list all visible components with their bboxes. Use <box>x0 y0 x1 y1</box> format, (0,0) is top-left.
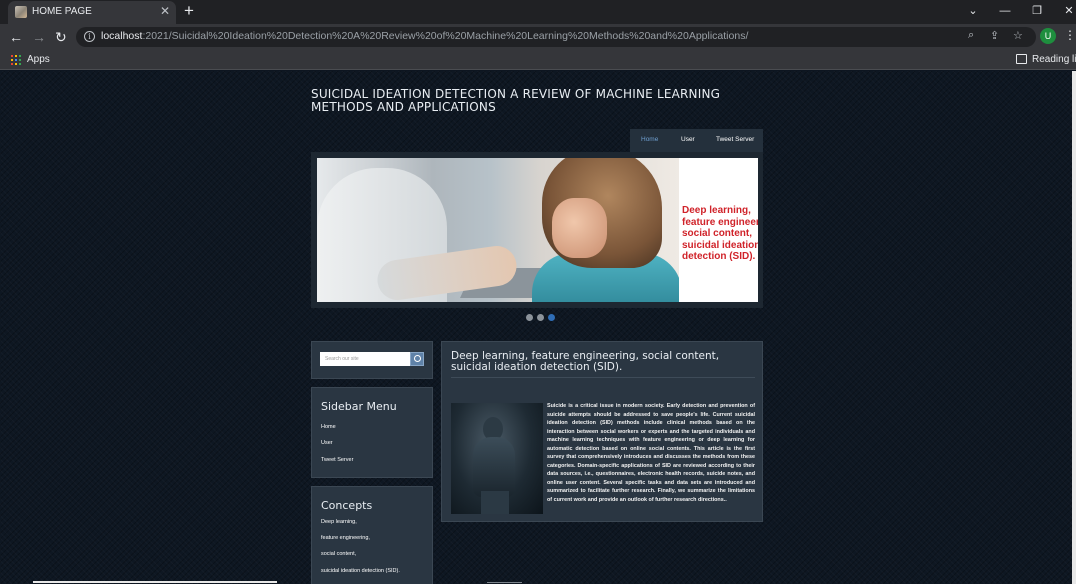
site-info-icon[interactable]: i <box>84 31 95 42</box>
bookmark-star-icon[interactable]: ☆ <box>1013 29 1023 42</box>
reading-list-button[interactable]: Reading list <box>1032 54 1076 65</box>
profile-avatar[interactable]: U <box>1040 28 1056 44</box>
divider <box>451 377 755 378</box>
web-page: SUICIDAL IDEATION DETECTION A REVIEW OF … <box>0 71 1076 584</box>
page-favicon-icon <box>15 6 27 18</box>
address-bar[interactable]: i localhost:2021/Suicidal%20Ideation%20D… <box>76 27 1036 47</box>
bookmarks-bar: Apps Reading list <box>0 50 1076 70</box>
browser-tab[interactable]: HOME PAGE ✕ <box>8 1 176 24</box>
new-tab-icon[interactable]: + <box>184 2 194 19</box>
reload-icon[interactable]: ↻ <box>55 28 67 46</box>
sidebar-item-home[interactable]: Home <box>321 424 336 430</box>
horizontal-scrollbar[interactable] <box>33 581 277 583</box>
sidebar-menu: Sidebar Menu Home User Tweet Server <box>311 387 433 478</box>
search-icon <box>414 355 421 362</box>
concepts-panel: Concepts Deep learning, feature engineer… <box>311 486 433 584</box>
slider-dot-3[interactable] <box>548 314 555 321</box>
divider <box>487 582 522 583</box>
close-window-icon[interactable]: ✕ <box>1054 2 1076 20</box>
sidebar-item-user[interactable]: User <box>321 440 333 446</box>
tab-title: HOME PAGE <box>32 6 92 17</box>
slider-dot-1[interactable] <box>526 314 533 321</box>
apps-bookmark[interactable]: Apps <box>27 54 50 65</box>
main-content: Deep learning, feature engineering, soci… <box>441 341 763 522</box>
article-heading: Deep learning, feature engineering, soci… <box>451 350 720 373</box>
slide-photo <box>317 158 679 302</box>
url-text[interactable]: localhost:2021/Suicidal%20Ideation%20Det… <box>101 30 748 42</box>
minimize-icon[interactable]: — <box>990 2 1020 20</box>
slider-dot-2[interactable] <box>537 314 544 321</box>
sidebar-item-tweet-server[interactable]: Tweet Server <box>321 457 353 463</box>
tab-strip: HOME PAGE ✕ + ⌄ — ❐ ✕ <box>0 0 1076 24</box>
search-input[interactable] <box>320 352 415 366</box>
search-button[interactable] <box>410 352 424 366</box>
share-icon[interactable]: ⇪ <box>990 29 999 42</box>
nav-home-link[interactable]: Home <box>641 136 658 143</box>
concept-item: suicidal ideation detection (SID). <box>321 568 400 574</box>
page-scrollbar[interactable] <box>1072 71 1076 584</box>
article-image <box>451 403 543 514</box>
site-title: SUICIDAL IDEATION DETECTION A REVIEW OF … <box>311 87 721 114</box>
close-tab-icon[interactable]: ✕ <box>160 4 170 18</box>
concepts-heading: Concepts <box>321 499 373 512</box>
search-panel <box>311 341 433 379</box>
top-navigation: Home User Tweet Server <box>630 129 763 152</box>
article-abstract: Suicide is a critical issue in modern so… <box>547 403 755 503</box>
slide-caption-box: Deep learning, feature engineering, soci… <box>679 158 758 302</box>
concept-item: social content, <box>321 551 357 557</box>
concept-item: Deep learning, <box>321 519 357 525</box>
concept-item: feature engineering, <box>321 535 370 541</box>
slide-caption: Deep learning, feature engineering, soci… <box>682 205 758 262</box>
back-icon[interactable]: ← <box>9 28 23 46</box>
nav-user-link[interactable]: User <box>681 136 695 143</box>
zoom-search-icon[interactable]: ⌕ <box>968 29 974 42</box>
browser-toolbar: ← → ↻ i localhost:2021/Suicidal%20Ideati… <box>0 24 1076 50</box>
reading-list-icon[interactable] <box>1016 54 1027 64</box>
restore-icon[interactable]: ❐ <box>1022 2 1052 20</box>
browser-menu-icon[interactable]: ⋮ <box>1064 28 1076 42</box>
nav-tweet-server-link[interactable]: Tweet Server <box>716 136 754 143</box>
tab-search-icon[interactable]: ⌄ <box>958 2 988 20</box>
forward-icon[interactable]: → <box>32 28 46 46</box>
apps-grid-icon[interactable] <box>11 55 21 65</box>
sidebar-menu-heading: Sidebar Menu <box>321 400 397 413</box>
